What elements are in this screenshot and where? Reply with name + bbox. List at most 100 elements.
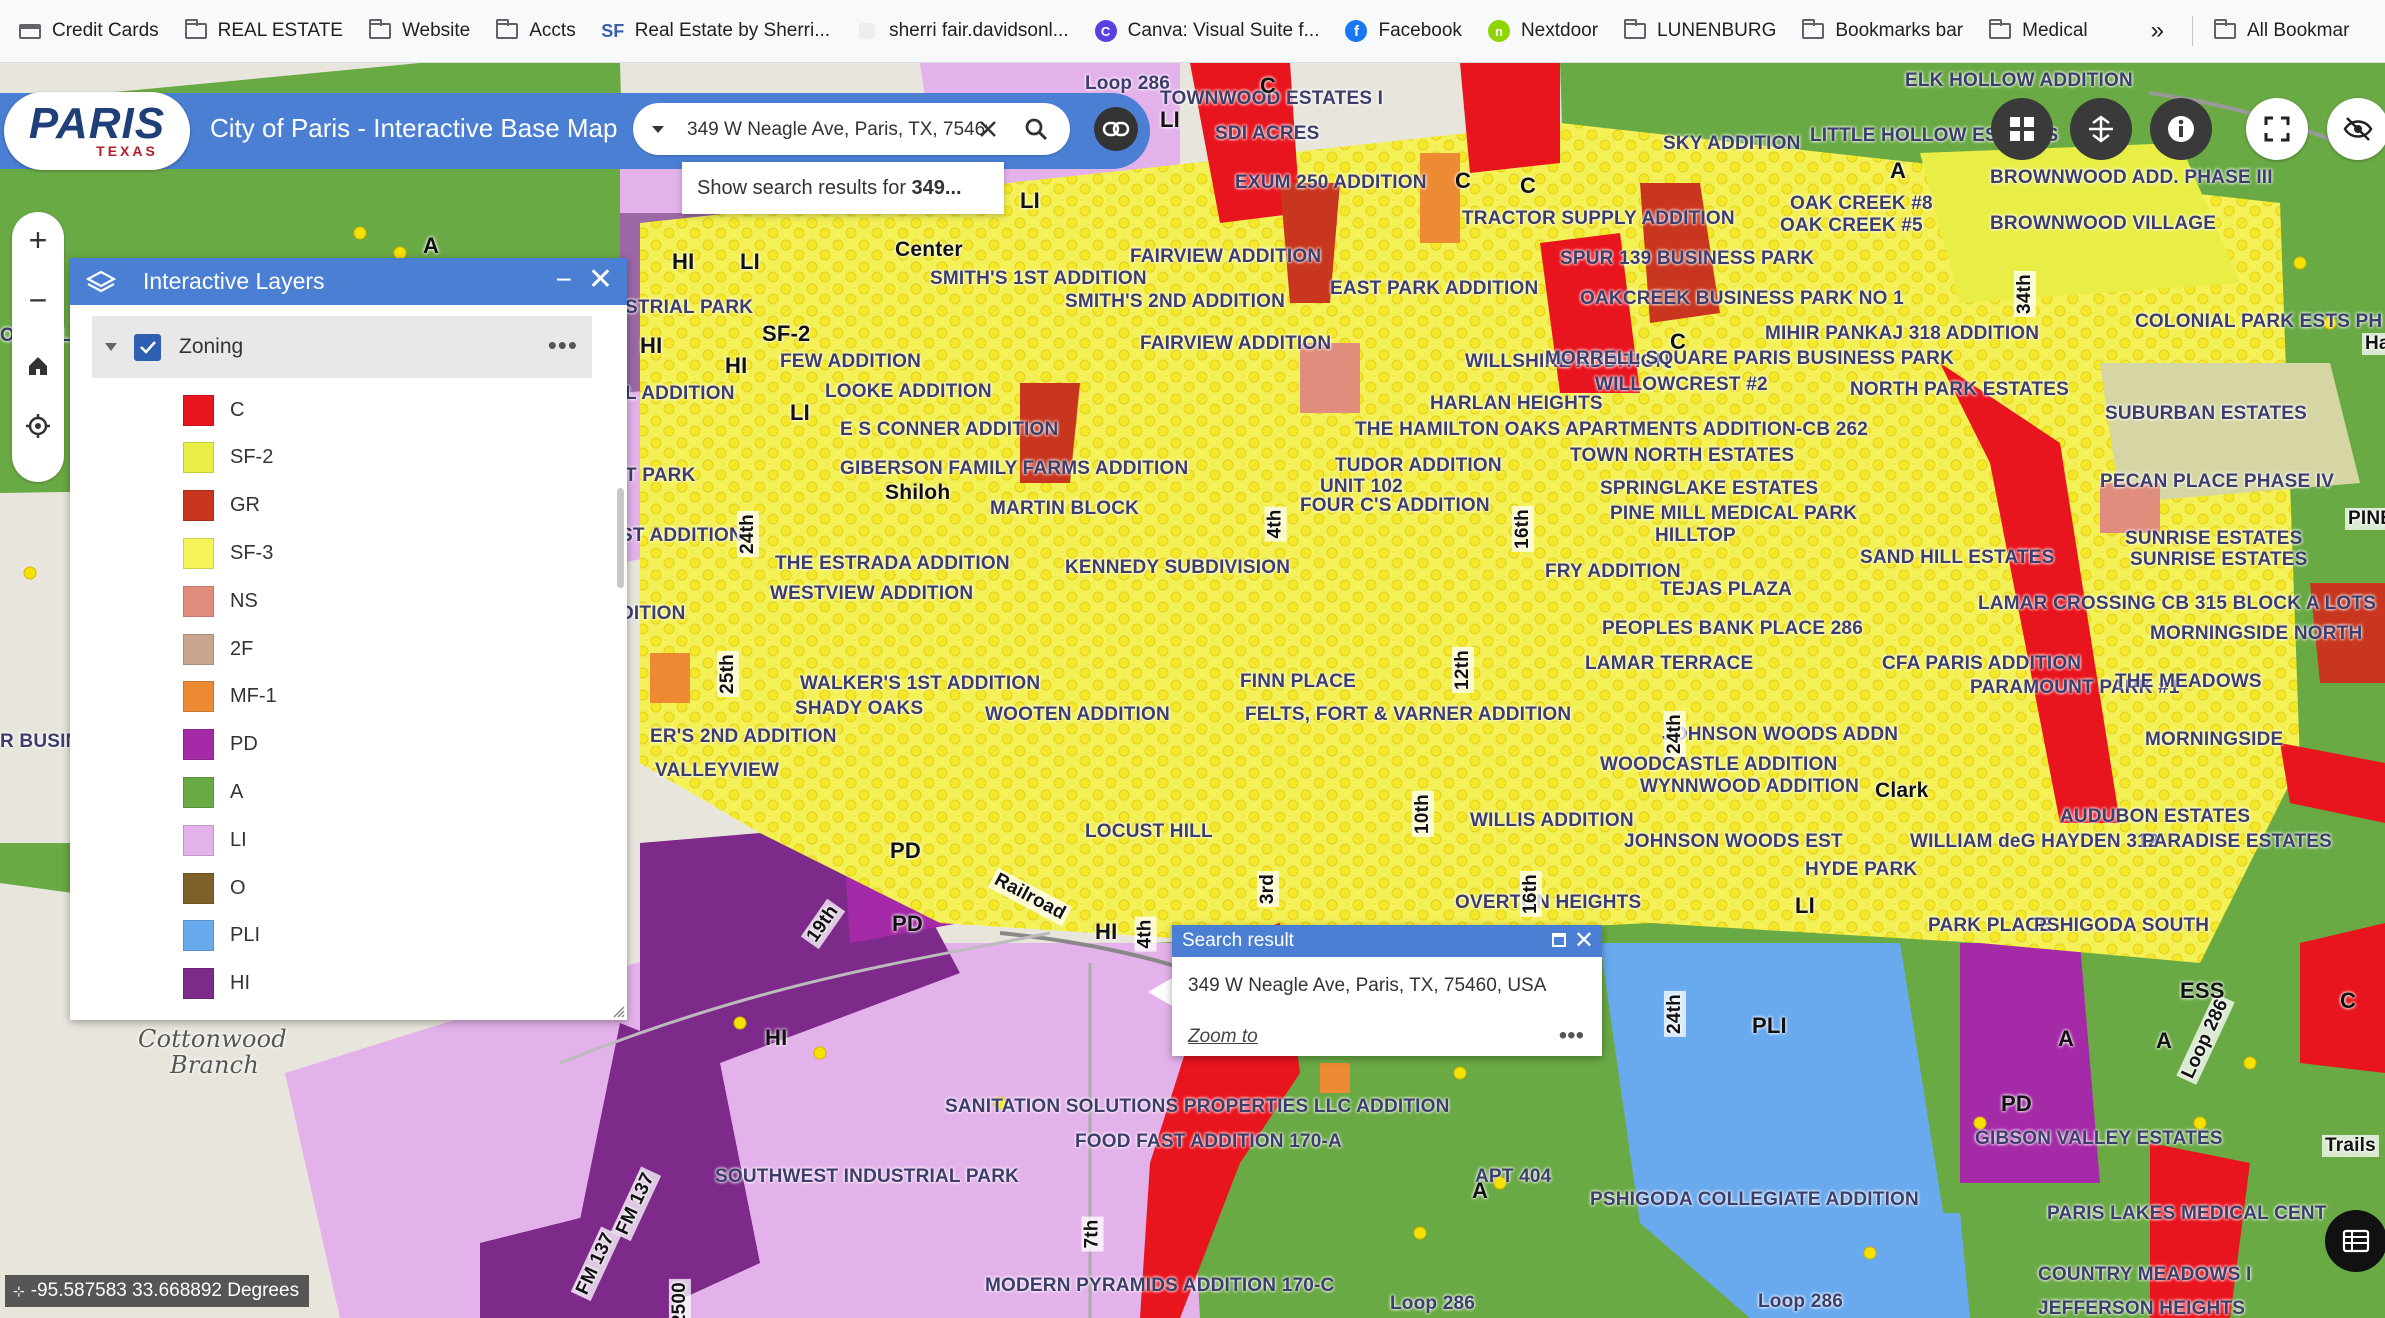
map-label: AUDUBON ESTATES (2060, 806, 2251, 827)
zone-code-label: A (2156, 1028, 2173, 1053)
zone-code-label: ESS (2180, 978, 2225, 1003)
search-scope-dropdown[interactable] (633, 103, 683, 155)
home-button[interactable] (12, 340, 64, 392)
map-label: MODERN PYRAMIDS ADDITION 170-C (985, 1275, 1335, 1296)
legend-label: A (230, 780, 244, 803)
legend-swatch (183, 968, 214, 1000)
map-label: LAMAR CROSSING CB 315 BLOCK A LOTS (1978, 593, 2377, 614)
zone-code-label: PD (890, 838, 921, 863)
map-label: EAST PARK ADDITION (1330, 278, 1539, 299)
map-label: T PARK (625, 465, 696, 486)
bookmark-nextdoor[interactable]: n Nextdoor (1475, 11, 1611, 51)
layer-zoning[interactable]: Zoning ••• (92, 316, 592, 378)
close-popup-button[interactable]: ✕ (1574, 925, 1594, 957)
bookmark-canva[interactable]: C Canva: Visual Suite f... (1082, 11, 1333, 51)
map-label: DITION (620, 603, 686, 624)
close-panel-button[interactable]: ✕ (588, 262, 613, 297)
search-suggestion[interactable]: Show search results for 349... (682, 162, 1004, 214)
legend-item: 2F (183, 629, 253, 669)
bookmark-label: Facebook (1378, 20, 1462, 41)
legend-label: SF-2 (230, 446, 274, 469)
attribute-table-button[interactable] (2325, 1210, 2385, 1272)
bookmark-website[interactable]: Website (356, 11, 483, 51)
map-label: SANITATION SOLUTIONS PROPERTIES LLC ADDI… (945, 1096, 1450, 1117)
popup-address: 349 W Neagle Ave, Paris, TX, 75460, USA (1188, 975, 1547, 996)
folder-icon (1802, 19, 1825, 42)
resize-handle-icon[interactable] (613, 1006, 625, 1018)
minus-icon: − (28, 281, 48, 318)
map-label: Cottonwood (138, 1025, 287, 1053)
minimize-button[interactable]: − (556, 264, 572, 296)
bookmark-facebook[interactable]: f Facebook (1332, 11, 1474, 51)
bookmark-real-estate-sherri[interactable]: SF Real Estate by Sherri... (589, 11, 843, 51)
measure-icon (2089, 115, 2113, 143)
bookmark-bookmarks-bar[interactable]: Bookmarks bar (1789, 11, 1976, 51)
zoom-in-button[interactable]: + (12, 214, 64, 266)
zoom-to-link[interactable]: Zoom to (1188, 1026, 1258, 1048)
map-label: WOODCASTLE ADDITION (1600, 754, 1838, 775)
map-label: CFA PARIS ADDITION (1882, 653, 2082, 674)
map-label: SPUR 139 BUSINESS PARK (1560, 248, 1815, 269)
locate-button[interactable] (12, 400, 64, 452)
legend-label: PLI (230, 924, 261, 947)
share-link-button[interactable] (1094, 107, 1138, 151)
street-label: 4th (1134, 916, 1157, 952)
zone-code-label: C (1520, 173, 1537, 198)
zone-code-label: C (1455, 168, 1472, 193)
fullscreen-button[interactable] (2246, 98, 2308, 160)
about-button[interactable] (2150, 98, 2212, 160)
search-input[interactable] (685, 111, 989, 149)
map-label: L ADDITION (625, 383, 735, 404)
layer-visibility-checkbox[interactable] (134, 333, 161, 361)
legend-item: PD (183, 725, 258, 765)
map-label: Clark (1875, 779, 1929, 802)
map-label: WYNNWOOD ADDITION (1640, 776, 1860, 797)
popup-more-button[interactable]: ••• (1559, 1022, 1584, 1050)
map-label: PSHIGODA COLLEGIATE ADDITION (1590, 1189, 1919, 1210)
zone-code-label: LI (1160, 107, 1180, 132)
map-label: R BUSIN (0, 731, 80, 752)
basemap-gallery-button[interactable] (1991, 98, 2053, 160)
bookmark-label: All Bookmar (2246, 20, 2350, 41)
street-label: 16th (1511, 506, 1534, 552)
measure-button[interactable] (2070, 98, 2132, 160)
map-label: MORNINGSIDE NORTH (2150, 623, 2363, 644)
visibility-toggle-button[interactable] (2327, 98, 2385, 160)
maximize-icon[interactable] (1552, 933, 1566, 947)
map-label: HILLTOP (1655, 525, 1736, 546)
street-label: Ha (2362, 333, 2385, 355)
map-label: WESTVIEW ADDITION (770, 583, 974, 604)
bookmarks-overflow-button[interactable]: » (2101, 11, 2184, 51)
bookmark-label: Bookmarks bar (1835, 20, 1964, 41)
map-label: THE HAMILTON OAKS APARTMENTS ADDITION-CB… (1355, 419, 1869, 440)
fullscreen-icon (2264, 116, 2290, 142)
bookmark-accts[interactable]: Accts (483, 11, 588, 51)
bookmark-lunenburg[interactable]: LUNENBURG (1611, 11, 1789, 51)
bookmark-label: sherri fair.davidsonl... (889, 20, 1069, 41)
check-icon (139, 341, 156, 354)
zoom-out-button[interactable]: − (12, 274, 64, 326)
map-label: Shiloh (885, 481, 951, 504)
site-favicon: SF (601, 20, 625, 41)
map-label: SUBURBAN ESTATES (2105, 403, 2308, 424)
map-label: GIBERSON FAMILY FARMS ADDITION (840, 458, 1189, 479)
clear-search-button[interactable] (971, 112, 1005, 146)
canva-icon: C (1094, 20, 1117, 42)
grid-icon (2010, 117, 2034, 141)
panel-scrollbar[interactable] (617, 488, 624, 588)
street-label: 7th (1081, 1216, 1104, 1252)
search-button[interactable] (1017, 111, 1055, 147)
map-label: HARLAN HEIGHTS (1430, 393, 1603, 414)
map-label: Center (895, 238, 963, 261)
expand-caret-icon[interactable] (104, 342, 118, 352)
map-label: TEJAS PLAZA (1660, 579, 1793, 600)
bookmark-sherri-fair[interactable]: sherri fair.davidsonl... (843, 11, 1082, 51)
coordinate-readout[interactable]: ⊹ -95.587583 33.668892 Degrees (5, 1275, 310, 1307)
bookmark-all-bookmarks[interactable]: All Bookmar (2201, 11, 2362, 51)
bookmark-credit-cards[interactable]: Credit Cards (6, 11, 172, 51)
layer-options-button[interactable]: ••• (548, 330, 578, 361)
bookmark-medical[interactable]: Medical (1976, 11, 2100, 51)
bookmark-label: Credit Cards (52, 20, 159, 41)
layers-panel-header[interactable]: Interactive Layers − ✕ (70, 258, 627, 305)
bookmark-real-estate[interactable]: REAL ESTATE (172, 11, 356, 51)
